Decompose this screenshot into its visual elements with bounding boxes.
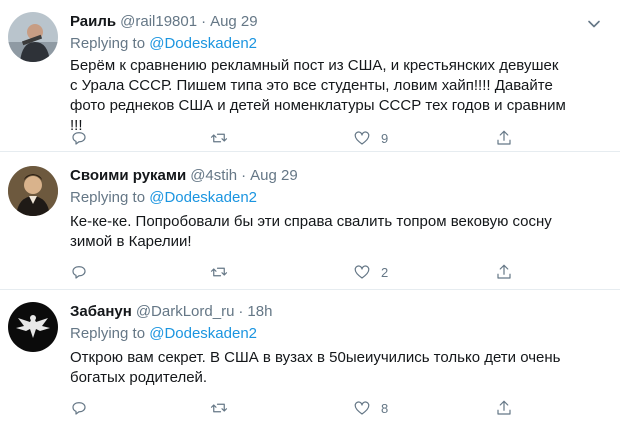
reply-icon <box>72 266 86 279</box>
like-button[interactable]: 2 <box>353 262 388 282</box>
timestamp[interactable]: Aug 29 <box>210 13 258 30</box>
retweet-icon <box>210 267 228 277</box>
eagle-emblem-avatar <box>8 302 58 352</box>
retweet-button[interactable] <box>210 398 228 418</box>
tweet-actions: 9 <box>70 128 590 148</box>
reply-icon <box>72 132 86 145</box>
mention-link[interactable]: @Dodeskaden2 <box>149 189 257 206</box>
replying-prefix: Replying to <box>70 189 146 206</box>
tweet-header: Своими руками @4stih · Aug 29 <box>70 166 298 186</box>
display-name[interactable]: Своими руками <box>70 167 186 184</box>
share-icon <box>497 264 511 279</box>
like-count: 2 <box>381 264 389 280</box>
timestamp[interactable]: 18h <box>247 303 272 320</box>
tweet-text: Ке-ке-ке. Попробовали бы эти справа свал… <box>70 213 552 250</box>
share-icon <box>497 130 511 145</box>
mention-link[interactable]: @Dodeskaden2 <box>149 325 257 342</box>
replying-to: Replying to @Dodeskaden2 <box>70 188 257 208</box>
display-name[interactable]: Забанун <box>70 303 132 320</box>
reply-button[interactable] <box>70 128 88 148</box>
tweet-2[interactable]: Своими руками @4stih · Aug 29 Replying to @… <box>0 152 620 289</box>
like-icon <box>354 265 370 279</box>
tweet-text: Берём к сравнению рекламный пост из США,… <box>70 57 566 134</box>
separator: · <box>241 167 247 184</box>
separator: · <box>201 13 207 30</box>
replying-to: Replying to @Dodeskaden2 <box>70 324 257 344</box>
reply-button[interactable] <box>70 398 88 418</box>
display-name[interactable]: Раиль <box>70 13 116 30</box>
portrait-painting-avatar <box>8 166 58 216</box>
timestamp[interactable]: Aug 29 <box>250 167 298 184</box>
tweet-text: Открою вам секрет. В США в вузах в 50ыеи… <box>70 349 561 386</box>
share-button[interactable] <box>495 262 513 282</box>
tweet-3[interactable]: Забанун @DarkLord_ru · 18h Replying to @Dod… <box>0 290 620 427</box>
avatar[interactable] <box>8 12 58 62</box>
like-count: 8 <box>381 400 389 416</box>
tweet-header: Забанун @DarkLord_ru · 18h <box>70 302 272 322</box>
share-button[interactable] <box>495 398 513 418</box>
avatar[interactable] <box>8 302 58 352</box>
retweet-icon <box>210 133 228 143</box>
separator: · <box>238 303 244 320</box>
tweet-actions: 2 <box>70 262 590 282</box>
share-icon <box>497 400 511 415</box>
tweet-actions: 8 <box>70 398 590 418</box>
reply-icon <box>72 402 86 415</box>
mention-link[interactable]: @Dodeskaden2 <box>149 35 257 52</box>
caret-down-icon[interactable] <box>586 16 602 32</box>
like-count: 9 <box>381 130 389 146</box>
user-handle[interactable]: @DarkLord_ru <box>136 303 235 320</box>
share-button[interactable] <box>495 128 513 148</box>
like-icon <box>354 131 370 145</box>
tweet-header: Раиль @rail19801 · Aug 29 <box>70 12 258 32</box>
retweet-icon <box>210 403 228 413</box>
reply-button[interactable] <box>70 262 88 282</box>
replying-prefix: Replying to <box>70 35 146 52</box>
retweet-button[interactable] <box>210 128 228 148</box>
person-photo-avatar <box>8 12 58 62</box>
avatar[interactable] <box>8 166 58 216</box>
replying-prefix: Replying to <box>70 325 146 342</box>
retweet-button[interactable] <box>210 262 228 282</box>
user-handle[interactable]: @rail19801 <box>120 13 197 30</box>
user-handle[interactable]: @4stih <box>190 167 237 184</box>
tweet-1[interactable]: Раиль @rail19801 · Aug 29 Replying to @Dode… <box>0 0 620 150</box>
like-button[interactable]: 9 <box>353 128 388 148</box>
like-button[interactable]: 8 <box>353 398 388 418</box>
replying-to: Replying to @Dodeskaden2 <box>70 34 257 54</box>
like-icon <box>354 401 370 415</box>
